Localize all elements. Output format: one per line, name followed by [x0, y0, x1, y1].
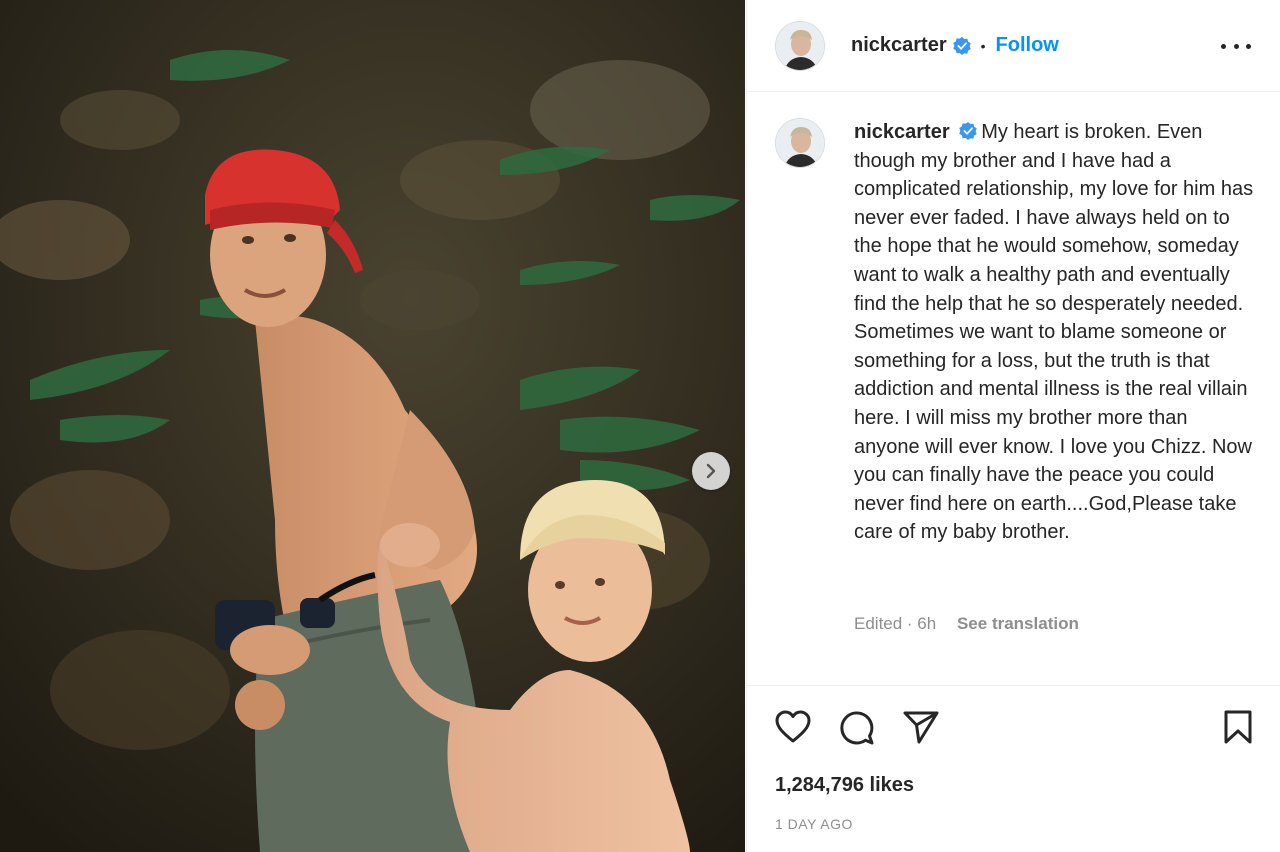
- header-username[interactable]: nickcarter: [851, 34, 947, 57]
- avatar[interactable]: [775, 20, 825, 71]
- avatar-image: [776, 119, 824, 167]
- more-options-icon: [1221, 43, 1226, 49]
- header-dot-separator: •: [980, 37, 986, 54]
- more-options-button[interactable]: [1221, 36, 1251, 56]
- more-options-icon: [1233, 43, 1239, 49]
- caption-meta: Edited · 6h See translation: [854, 614, 1079, 634]
- follow-button[interactable]: Follow: [996, 34, 1059, 57]
- post-header: nickcarter • Follow: [747, 0, 1280, 92]
- caption-body: My heart is broken. Even though my broth…: [854, 121, 1254, 544]
- avatar-image: [776, 21, 824, 70]
- caption-text: nickcarter My heart is broken. Even thou…: [854, 118, 1254, 547]
- verified-badge-icon: [952, 36, 971, 55]
- likes-count[interactable]: 1,284,796 likes: [775, 774, 914, 797]
- caption-username[interactable]: nickcarter: [854, 121, 950, 143]
- post-timestamp[interactable]: 1 DAY AGO: [775, 816, 853, 832]
- action-bar: 1,284,796 likes 1 DAY AGO: [747, 685, 1280, 852]
- next-photo-button[interactable]: [692, 452, 730, 490]
- see-translation-link[interactable]: See translation: [957, 614, 1079, 633]
- verified-badge-icon: [959, 122, 977, 140]
- comment-icon[interactable]: [839, 710, 875, 746]
- chevron-right-icon: [706, 463, 716, 479]
- edited-timestamp: Edited · 6h: [854, 614, 937, 633]
- photo-image: [0, 0, 745, 852]
- paper-plane-icon[interactable]: [903, 710, 939, 744]
- more-options-icon: [1246, 43, 1251, 49]
- bookmark-icon[interactable]: [1223, 710, 1253, 744]
- caption-avatar[interactable]: [775, 118, 825, 168]
- post-details-panel: nickcarter • Follow nickcarter My heart …: [746, 0, 1280, 852]
- post-photo: [0, 0, 745, 852]
- heart-icon[interactable]: [775, 710, 811, 744]
